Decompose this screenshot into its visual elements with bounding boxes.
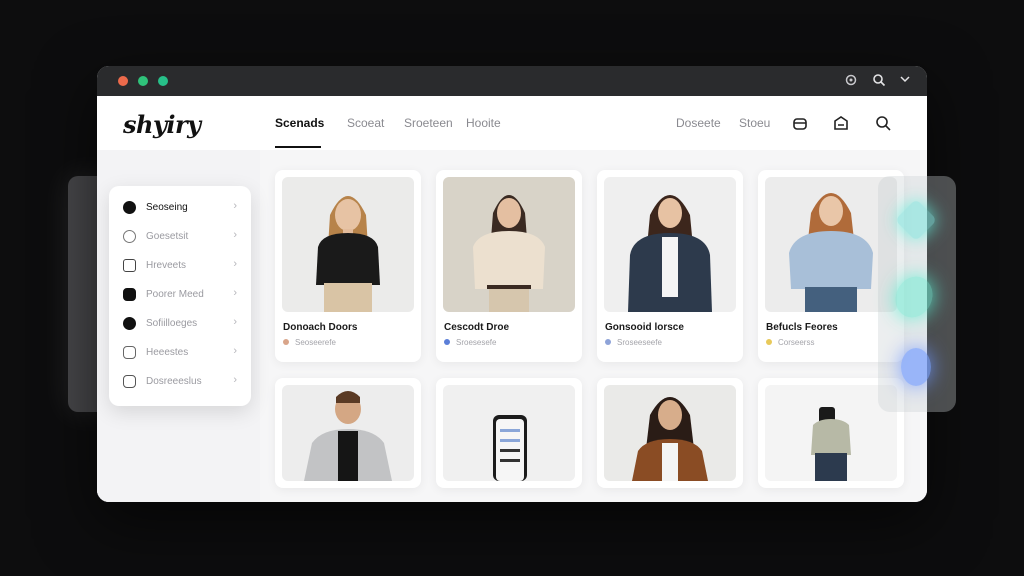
- product-image: [443, 385, 575, 481]
- product-subtitle: Sroseeseefe: [617, 338, 662, 347]
- product-subtitle: Sroesesefe: [456, 338, 497, 347]
- sidebar-item-label: Hreveets: [146, 260, 187, 271]
- sidebar-item-label: Poorer Meed: [146, 289, 204, 300]
- nav-item-4[interactable]: Hooite: [466, 116, 501, 130]
- filled-circle-icon: [123, 201, 136, 214]
- maximize-window-button[interactable]: [158, 76, 168, 86]
- sidebar-item-2[interactable]: Goesetsit ›: [121, 227, 239, 247]
- sidebar-item-1[interactable]: Seoseing ›: [121, 198, 239, 218]
- color-swatch: [605, 339, 611, 345]
- header-search-icon[interactable]: [874, 114, 892, 132]
- chevron-right-icon: ›: [233, 316, 237, 328]
- product-name: Befucls Feores: [766, 322, 838, 333]
- product-name: Donoach Doors: [283, 322, 358, 333]
- sidebar-item-label: Sofiilloeges: [146, 318, 198, 329]
- coin-icon: [123, 230, 136, 243]
- chevron-right-icon: ›: [233, 345, 237, 357]
- nav-item-right-2[interactable]: Stoeu: [739, 116, 770, 130]
- product-image: [604, 385, 736, 481]
- bag-icon[interactable]: [791, 114, 809, 132]
- sidebar-item-label: Dosreeeslus: [146, 376, 202, 387]
- minimize-window-button[interactable]: [138, 76, 148, 86]
- sidebar-item-label: Goesetsit: [146, 231, 189, 242]
- shield-glow-icon[interactable]: [901, 348, 931, 386]
- sidebar-item-5[interactable]: Sofiilloeges ›: [121, 314, 239, 334]
- chevron-right-icon: ›: [233, 258, 237, 270]
- product-card[interactable]: Gonsooid lorsce Sroseeseefe: [597, 170, 743, 362]
- product-subtitle: Seoseerefe: [295, 338, 336, 347]
- sidebar-item-7[interactable]: Dosreeeslus ›: [121, 372, 239, 392]
- sidebar-item-label: Seoseing: [146, 202, 188, 213]
- circle-icon: [123, 317, 136, 330]
- search-icon[interactable]: [871, 73, 887, 89]
- chevron-down-icon[interactable]: [897, 73, 913, 89]
- product-card[interactable]: [436, 378, 582, 488]
- nav-item-3[interactable]: Sroeteen: [404, 116, 453, 130]
- chevron-right-icon: ›: [233, 374, 237, 386]
- site-header: shyiry Scenads Scoeat Sroeteen Hooite Do…: [97, 96, 927, 151]
- profile-icon: [123, 288, 136, 301]
- lock-icon: [123, 375, 136, 388]
- category-sidebar: Seoseing › Goesetsit › Hreveets › Poorer…: [109, 186, 251, 406]
- product-image: [443, 177, 575, 312]
- product-card[interactable]: Cescodt Droe Sroesesefe: [436, 170, 582, 362]
- product-image: [282, 385, 414, 481]
- product-card[interactable]: Donoach Doors Seoseerefe: [275, 170, 421, 362]
- settings-icon[interactable]: [843, 73, 859, 89]
- sidebar-item-4[interactable]: Poorer Meed ›: [121, 285, 239, 305]
- product-card[interactable]: [597, 378, 743, 488]
- brand-logo[interactable]: shyiry: [123, 110, 201, 139]
- product-subtitle: Corseerss: [778, 338, 815, 347]
- product-image: [604, 177, 736, 312]
- title-bar: [97, 66, 927, 96]
- sidebar-item-6[interactable]: Heeestes ›: [121, 343, 239, 363]
- smile-icon: [123, 346, 136, 359]
- color-swatch: [444, 339, 450, 345]
- color-swatch: [766, 339, 772, 345]
- product-name: Cescodt Droe: [444, 322, 510, 333]
- product-card[interactable]: [275, 378, 421, 488]
- nav-active-underline: [275, 146, 321, 148]
- chevron-right-icon: ›: [233, 229, 237, 241]
- product-image: [282, 177, 414, 312]
- cart-icon[interactable]: [832, 114, 850, 132]
- sidebar-item-3[interactable]: Hreveets ›: [121, 256, 239, 276]
- nav-item-right-1[interactable]: Doseete: [676, 116, 721, 130]
- chevron-right-icon: ›: [233, 287, 237, 299]
- color-swatch: [283, 339, 289, 345]
- nav-item-1[interactable]: Scenads: [275, 116, 324, 130]
- card-icon: [123, 259, 136, 272]
- sidebar-item-label: Heeestes: [146, 347, 189, 358]
- product-name: Gonsooid lorsce: [605, 322, 684, 333]
- nav-item-2[interactable]: Scoeat: [347, 116, 384, 130]
- close-window-button[interactable]: [118, 76, 128, 86]
- chevron-right-icon: ›: [233, 200, 237, 212]
